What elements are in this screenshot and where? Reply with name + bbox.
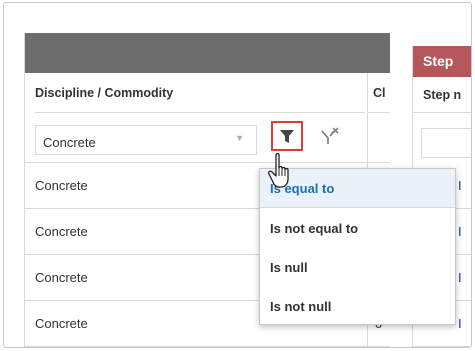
menu-item-is-null[interactable]: Is null [260, 248, 455, 287]
step-filter-input[interactable] [421, 128, 471, 158]
cell-discipline: Concrete [35, 270, 88, 285]
step-group-header: Step [413, 46, 471, 77]
filter-input[interactable]: Concrete ▼ [35, 125, 257, 155]
filter-button[interactable] [271, 121, 303, 151]
chevron-down-icon[interactable]: ▼ [235, 133, 244, 143]
column-header-step[interactable]: Step n [413, 77, 471, 113]
cell-discipline: Concrete [35, 224, 88, 239]
column-header-next[interactable]: Cl [367, 73, 390, 113]
cell-discipline: Concrete [35, 178, 88, 193]
funnel-icon [280, 130, 294, 143]
menu-item-is-not-equal-to[interactable]: Is not equal to [260, 209, 455, 248]
filter-row: Concrete ▼ [25, 113, 390, 163]
filter-input-value: Concrete [43, 135, 96, 150]
hand-pointer-icon [268, 152, 289, 188]
row-marker: I [458, 224, 462, 239]
cell-discipline: Concrete [35, 316, 88, 331]
row-marker: I [458, 178, 462, 193]
grid-group-header [25, 33, 390, 73]
clear-filter-icon [321, 127, 339, 144]
row-marker: I [458, 270, 462, 285]
menu-item-is-not-null[interactable]: Is not null [260, 287, 455, 326]
column-header-discipline[interactable]: Discipline / Commodity [35, 73, 365, 113]
row-marker: I [458, 316, 462, 331]
clear-filter-button[interactable] [315, 123, 343, 151]
